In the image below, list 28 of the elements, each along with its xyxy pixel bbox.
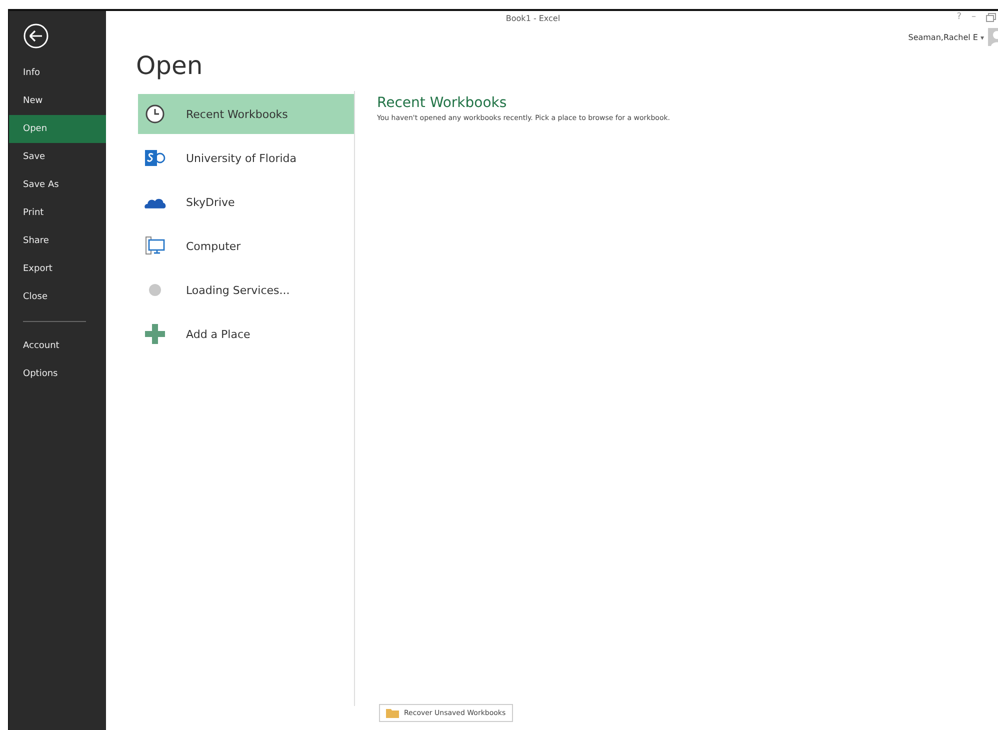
nav-item[interactable]: Account — [9, 332, 106, 360]
place-item[interactable]: SkyDrive — [138, 182, 354, 222]
nav-item[interactable]: New — [9, 87, 106, 115]
window-title: Book1 - Excel — [506, 13, 560, 25]
nav-item[interactable]: Save — [9, 143, 106, 171]
section-heading: Recent Workbooks — [377, 95, 508, 111]
nav-item[interactable]: Open — [9, 115, 106, 143]
place-item[interactable]: Add a Place — [138, 314, 354, 354]
circle-icon — [148, 283, 162, 297]
place-item[interactable]: University of Florida — [138, 138, 354, 178]
nav-item[interactable]: Info — [9, 59, 106, 87]
place-item[interactable]: Computer — [138, 226, 354, 266]
clock-icon — [145, 104, 165, 124]
restore-icon[interactable] — [986, 12, 996, 22]
place-item[interactable]: Loading Services... — [138, 270, 354, 310]
plus-icon — [145, 324, 165, 344]
nav-item[interactable]: Options — [9, 360, 106, 388]
place-item[interactable]: Recent Workbooks — [138, 94, 354, 134]
nav-item[interactable]: Save As — [9, 171, 106, 199]
page-title: Open — [136, 51, 204, 82]
nav-item[interactable]: Export — [9, 255, 106, 283]
avatar-icon — [988, 28, 998, 46]
folder-icon — [386, 708, 399, 718]
computer-icon — [145, 236, 165, 256]
nav-item[interactable]: Share — [9, 227, 106, 255]
sharepoint-icon — [144, 148, 166, 168]
nav-item[interactable]: Close — [9, 283, 106, 311]
nav-item[interactable]: Print — [9, 199, 106, 227]
